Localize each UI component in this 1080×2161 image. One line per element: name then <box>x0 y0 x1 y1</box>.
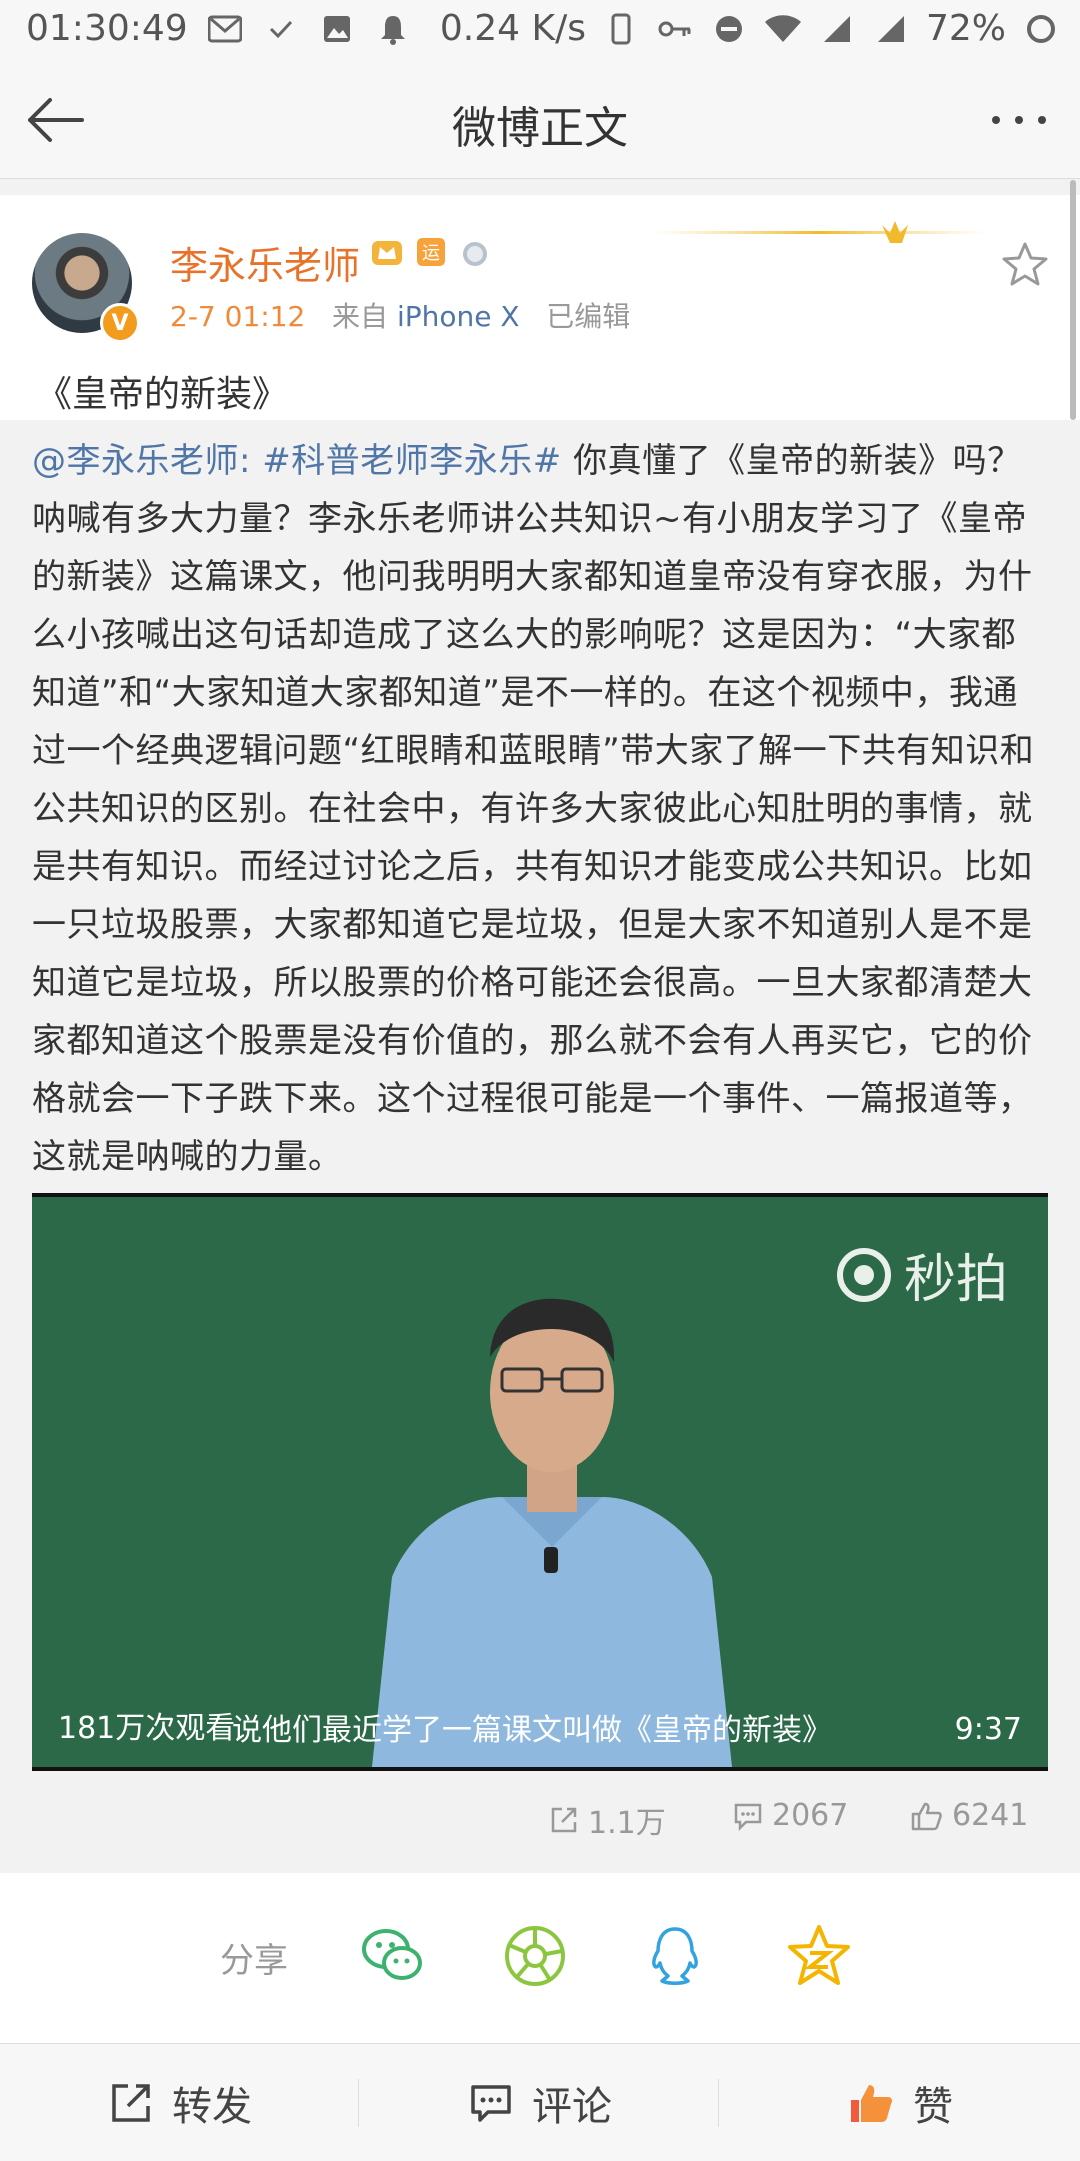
like-label: 赞 <box>913 2083 953 2130</box>
post-source[interactable]: iPhone X <box>397 300 520 333</box>
more-button[interactable] <box>984 90 1054 150</box>
video-player[interactable]: 秒拍 181万次观看 说他们最近学了一篇课文叫做《皇帝的新装》 9:37 <box>32 1193 1048 1771</box>
verified-v-icon: V <box>100 303 140 343</box>
like-count-button[interactable]: 6241 <box>910 1798 1028 1833</box>
comment-count-button[interactable]: 2067 <box>732 1798 848 1833</box>
video-subtitle: 说他们最近学了一篇课文叫做《皇帝的新装》 <box>232 1713 832 1748</box>
vip-crown-icon <box>372 241 402 265</box>
divider <box>358 2079 359 2127</box>
qq-icon[interactable] <box>642 1923 708 1989</box>
comment-count: 2067 <box>772 1798 849 1833</box>
post-title: 《皇帝的新装》 <box>36 374 289 415</box>
crown-decoration-icon <box>650 221 990 243</box>
phone-icon <box>602 10 640 48</box>
like-button[interactable]: 赞 <box>720 2044 1080 2161</box>
svg-text:运: 运 <box>422 243 440 264</box>
like-count: 6241 <box>952 1798 1029 1833</box>
moments-icon[interactable] <box>502 1923 568 1989</box>
post-body: @李永乐老师: #科普老师李永乐# 你真懂了《皇帝的新装》吗？呐喊有多大力量？李… <box>0 420 1080 1870</box>
post-stats: 1.1万 2067 6241 <box>0 1773 1080 1873</box>
post-header-card: V 李永乐老师 运 2-7 01:12 来自 iPhone X 已编辑 《皇帝的… <box>0 195 1080 420</box>
post-content: 你真懂了《皇帝的新装》吗？呐喊有多大力量？李永乐老师讲公共知识~有小朋友学习了《… <box>32 441 1035 1177</box>
status-bar: 01:30:49 0.24 K/s 72% <box>0 0 1080 62</box>
check-icon <box>262 10 300 48</box>
topic-tag-link[interactable]: #科普老师李永乐# <box>262 441 561 481</box>
comment-button[interactable]: 评论 <box>360 2044 720 2161</box>
bell-icon <box>374 10 412 48</box>
clock: 01:30:49 <box>26 8 188 49</box>
share-label: 分享 <box>220 1941 288 1981</box>
signal-icon <box>818 10 856 48</box>
video-duration: 9:37 <box>954 1712 1022 1747</box>
post-meta: 2-7 01:12 来自 iPhone X 已编辑 <box>170 295 630 335</box>
network-speed: 0.24 K/s <box>439 8 586 49</box>
username[interactable]: 李永乐老师 <box>170 235 360 290</box>
comment-icon <box>471 2084 511 2122</box>
repost-count: 1.1万 <box>588 1806 666 1841</box>
divider <box>718 2079 719 2127</box>
post-time: 2-7 01:12 <box>170 300 306 333</box>
dnd-icon <box>710 10 748 48</box>
repost-count-button[interactable]: 1.1万 <box>548 1798 666 1842</box>
qzone-star-icon[interactable] <box>786 1923 852 1989</box>
miaopai-logo-icon <box>836 1247 891 1302</box>
share-bar: 分享 <box>0 1873 1080 2043</box>
star-icon <box>1002 242 1048 286</box>
comment-label: 评论 <box>532 2083 612 2130</box>
mention-link[interactable]: @李永乐老师: <box>32 441 251 481</box>
medal-badge-icon <box>463 242 487 266</box>
yun-badge-icon: 运 <box>417 238 445 266</box>
view-count: 181万次观看 <box>58 1711 236 1746</box>
wifi-icon <box>764 10 802 48</box>
user-badges: 运 <box>370 235 492 269</box>
repost-button[interactable]: 转发 <box>0 2044 360 2161</box>
watermark-text: 秒拍 <box>903 1250 1008 1310</box>
gmail-icon <box>206 10 244 48</box>
key-icon <box>656 10 694 48</box>
favorite-button[interactable] <box>1000 240 1050 290</box>
repost-icon <box>112 2083 150 2122</box>
image-icon <box>318 10 356 48</box>
post-text: @李永乐老师: #科普老师李永乐# 你真懂了《皇帝的新装》吗？呐喊有多大力量？李… <box>32 432 1050 1186</box>
wechat-icon[interactable] <box>360 1923 426 1989</box>
scrollbar[interactable] <box>1070 180 1076 420</box>
source-prefix: 来自 <box>332 300 389 333</box>
bottom-action-bar: 转发 评论 赞 <box>0 2043 1080 2161</box>
top-nav-bar: 微博正文 <box>0 62 1080 179</box>
comment-icon <box>734 1803 762 1831</box>
page-title: 微博正文 <box>452 103 628 154</box>
repost-icon <box>551 1807 577 1833</box>
battery-level: 72% <box>925 8 1006 49</box>
edited-label: 已编辑 <box>546 300 631 333</box>
battery-icon <box>1022 10 1060 48</box>
thumbs-up-icon <box>911 1802 942 1830</box>
thumbs-up-filled-icon <box>851 2084 892 2122</box>
more-dots-icon <box>992 116 1046 124</box>
miaopai-watermark: 秒拍 <box>836 1237 1008 1312</box>
repost-label: 转发 <box>172 2083 252 2130</box>
signal-icon <box>872 10 910 48</box>
